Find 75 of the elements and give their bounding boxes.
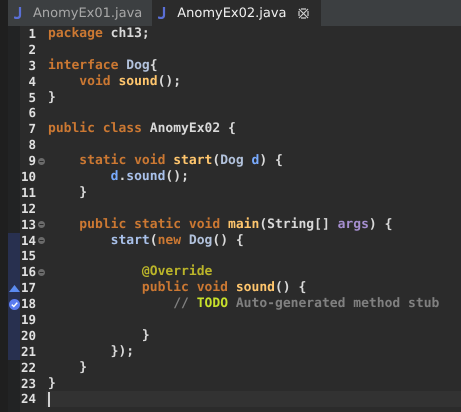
line-number: 24 [20,391,36,408]
code-token: . [118,169,126,185]
code-token: d [252,153,260,170]
code-token: }); [110,344,134,360]
code-token: () { [274,280,306,296]
line-number: 23 [20,376,36,392]
code-token: sound [118,74,158,90]
java-file-icon [14,7,24,19]
code-token: TODO [196,296,228,312]
line-number: 19 [20,312,36,328]
code-token: sound [126,169,166,185]
code-token: public void [140,280,230,296]
fold-icon[interactable] [38,221,44,228]
line-number: 22 [20,360,36,376]
code-token: } [78,360,88,376]
line-number: 15 [20,248,36,264]
code-token: (String[] [259,216,331,233]
code-token: ) { [259,153,283,170]
close-icon[interactable] [298,8,309,18]
line-number: 6 [27,105,36,122]
code-token: public class [48,121,143,138]
line-number: 5 [27,90,36,106]
code-token: ( [150,232,158,248]
line-number: 18 [20,296,36,312]
code-token: Dog [126,58,150,74]
line-number: 12 [20,200,36,217]
code-token: Dog [188,232,212,248]
fold-icon[interactable] [38,158,44,165]
code-token: start [110,232,150,248]
fold-icon[interactable] [38,237,44,244]
code-token: AnomyEx02 { [150,121,236,138]
code-token: } [78,184,88,201]
code-token: static void [78,153,166,170]
code-token: @Override [140,264,212,280]
code-token: () { [212,232,244,248]
line-number: 14 [20,232,36,248]
editor-tab[interactable]: AnomyEx02.java [152,0,321,26]
code-token: } [48,90,56,106]
line-number: 1 [27,26,36,42]
code-token: // [172,296,190,312]
code-token: ) { [368,216,392,233]
line-number: 20 [20,328,36,344]
line-number: 2 [27,42,36,58]
code-token: { [150,58,158,74]
code-token: void [78,74,112,90]
code-token: } [140,328,150,344]
code-token: new [158,232,182,248]
code-token: args [338,216,369,233]
code-token: main [228,216,260,233]
code-token: Auto-generated method stub [234,296,440,312]
line-number: 21 [20,344,36,360]
text-caret [48,392,50,407]
code-token: d [110,169,118,185]
code-token: package [48,26,104,42]
line-number: 17 [20,280,36,296]
code-token: sound [236,280,275,296]
line-number: 9 [27,153,36,170]
code-token: (); [158,74,182,90]
code-token: ( [212,153,220,170]
code-token: Dog [220,153,245,170]
code-token: (); [165,169,189,185]
line-number: 11 [20,184,36,201]
line-number: 7 [27,121,36,138]
line-number: 8 [27,137,36,154]
line-number: 4 [27,74,36,90]
code-token: } [48,376,56,392]
line-number: 13 [20,216,36,233]
line-number: 10 [20,169,36,185]
line-number: 16 [20,264,36,280]
code-token: ch13; [110,26,150,42]
code-token: interface [48,58,120,74]
code-token: start [173,153,212,170]
code-token: public static void [78,216,222,233]
line-number: 3 [27,58,36,74]
fold-icon[interactable] [38,268,44,276]
